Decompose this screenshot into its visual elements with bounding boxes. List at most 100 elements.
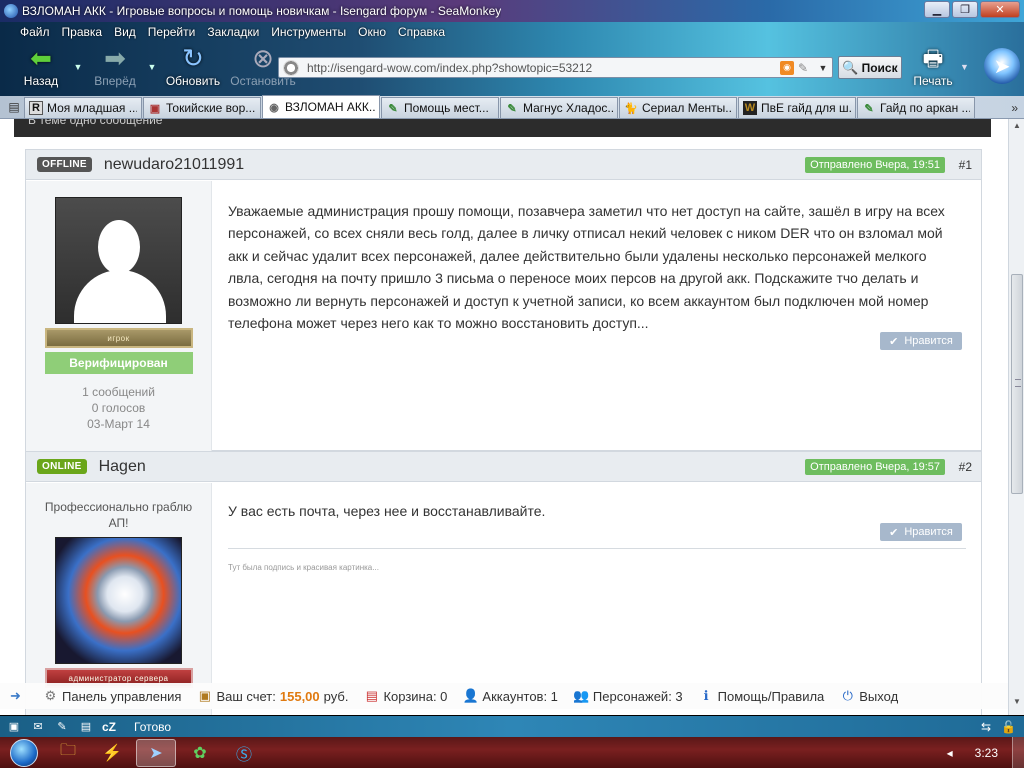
tab-item[interactable]: W ПвЕ гайд для ш... bbox=[738, 97, 856, 118]
back-label: Назад bbox=[23, 74, 59, 88]
tab-favicon-icon: W bbox=[743, 101, 757, 115]
taskbar-seamonkey[interactable]: ➤ bbox=[136, 738, 176, 767]
window-controls: ▁ ❐ ✕ bbox=[924, 1, 1020, 18]
tab-favicon-icon: ✎ bbox=[864, 102, 874, 115]
tray-expand-icon[interactable]: ◂ bbox=[947, 746, 953, 760]
site-favicon-icon bbox=[283, 59, 299, 76]
tab-favicon-icon: ✎ bbox=[388, 102, 398, 115]
taskbar-explorer[interactable]: 🗀 bbox=[48, 739, 88, 767]
start-button[interactable] bbox=[4, 738, 44, 768]
close-button[interactable]: ✕ bbox=[980, 1, 1020, 18]
wallet-icon: ▣ bbox=[198, 688, 212, 703]
back-arrow-icon: ⬅ bbox=[30, 43, 52, 73]
help-link[interactable]: ℹ Помощь/Правила bbox=[699, 688, 825, 704]
scroll-down-arrow-icon[interactable]: ▼ bbox=[1011, 697, 1023, 711]
print-button[interactable]: 🖶 Печать bbox=[908, 44, 958, 88]
control-panel-link[interactable]: ⚙ Панель управления bbox=[43, 688, 182, 704]
online-status-icon[interactable]: ⇆ bbox=[981, 720, 991, 734]
post-author[interactable]: newudaro21011991 bbox=[104, 156, 244, 174]
menu-bookmarks[interactable]: Закладки bbox=[201, 25, 265, 39]
tabs-overflow-icon[interactable]: » bbox=[1011, 101, 1018, 115]
post-number[interactable]: #1 bbox=[959, 158, 972, 172]
url-history-dropdown[interactable]: ▼ bbox=[816, 63, 830, 73]
seamonkey-icon: ➤ bbox=[149, 744, 163, 762]
avatar[interactable] bbox=[55, 197, 182, 324]
help-label: Помощь/Правила bbox=[717, 688, 825, 704]
lock-icon[interactable]: 🔓 bbox=[1001, 720, 1016, 734]
tab-item[interactable]: R Моя младшая ... bbox=[24, 97, 142, 118]
forum-post: OFFLINE newudaro21011991 Отправлено Вчер… bbox=[25, 149, 982, 451]
window-titlebar: ВЗЛОМАН АКК - Игровые вопросы и помощь н… bbox=[0, 0, 1024, 22]
edit-pen-icon[interactable]: ✎ bbox=[798, 61, 812, 75]
url-bar[interactable]: http://isengard-wow.com/index.php?showto… bbox=[278, 57, 833, 78]
composer-icon[interactable]: ✎ bbox=[54, 720, 70, 734]
tab-list-icon[interactable]: ▤ bbox=[4, 97, 24, 117]
tab-item[interactable]: 🐈 Сериал Менты... bbox=[619, 97, 737, 118]
tab-item[interactable]: ✎ Магнус Хладос... bbox=[500, 97, 618, 118]
forward-history-dropdown[interactable]: ▼ bbox=[146, 62, 158, 72]
url-text[interactable]: http://isengard-wow.com/index.php?showto… bbox=[307, 61, 780, 75]
accounts-link[interactable]: 👤 Аккаунтов: 1 bbox=[462, 688, 558, 704]
post-date: Отправлено Вчера, 19:51 bbox=[805, 157, 945, 173]
power-icon: ⏻ bbox=[842, 688, 853, 703]
rss-feed-icon[interactable]: ◉ bbox=[780, 60, 794, 75]
like-button[interactable]: ✔ Нравится bbox=[880, 332, 962, 350]
cart-link[interactable]: ▤ Корзина: 0 bbox=[364, 688, 448, 704]
vertical-scrollbar[interactable]: ▲ ▼ bbox=[1008, 119, 1024, 715]
scrollbar-thumb[interactable] bbox=[1011, 274, 1023, 494]
user-icon: 👤 bbox=[462, 688, 480, 703]
balance-link[interactable]: ▣ Ваш счет: 155,00 руб. bbox=[197, 688, 349, 704]
arrow-right-icon: ➜ bbox=[10, 688, 21, 703]
tab-label: ВЗЛОМАН АКК... bbox=[285, 100, 375, 114]
post-date: Отправлено Вчера, 19:57 bbox=[805, 459, 945, 475]
taskbar-winamp[interactable]: ⚡ bbox=[92, 739, 132, 767]
show-desktop-button[interactable] bbox=[1012, 737, 1024, 768]
info-icon: ℹ bbox=[703, 688, 709, 703]
tab-item[interactable]: ✎ Гайд по аркан ... bbox=[857, 97, 975, 118]
forum-post: ONLINE Hagen Отправлено Вчера, 19:57 #2 … bbox=[25, 451, 982, 715]
maximize-button[interactable]: ❐ bbox=[952, 1, 978, 18]
post-author[interactable]: Hagen bbox=[99, 458, 146, 476]
vote-count: 0 голосов bbox=[91, 401, 146, 415]
tab-item[interactable]: ▣ Токийские вор... bbox=[143, 97, 261, 118]
post-body: Уважаемые администрация прошу помощи, по… bbox=[228, 203, 945, 332]
taskbar-skype[interactable]: Ⓢ bbox=[224, 739, 264, 767]
reload-button[interactable]: ↻ Обновить bbox=[158, 44, 228, 88]
clock[interactable]: 3:23 bbox=[975, 746, 998, 760]
nav-toolbar: ⬅ Назад ▼ ➡ Вперёд ▼ ↻ Обновить ⊗ Остано… bbox=[10, 44, 298, 90]
seamonkey-logo-icon[interactable]: ➤ bbox=[984, 48, 1020, 84]
tab-item-active[interactable]: ◉ ВЗЛОМАН АКК... bbox=[262, 95, 380, 118]
forward-button[interactable]: ➡ Вперёд bbox=[84, 44, 146, 88]
balance-unit: руб. bbox=[323, 688, 349, 704]
characters-label: Персонажей: 3 bbox=[592, 688, 683, 704]
menu-tools[interactable]: Инструменты bbox=[265, 25, 352, 39]
menu-go[interactable]: Перейти bbox=[142, 25, 202, 39]
menu-edit[interactable]: Правка bbox=[56, 25, 109, 39]
menu-window[interactable]: Окно bbox=[352, 25, 392, 39]
tab-item[interactable]: ✎ Помощь мест... bbox=[381, 97, 499, 118]
post-number[interactable]: #2 bbox=[959, 460, 972, 474]
menu-help[interactable]: Справка bbox=[392, 25, 451, 39]
taskbar-icq[interactable]: ✿ bbox=[180, 739, 220, 767]
back-history-dropdown[interactable]: ▼ bbox=[72, 62, 84, 72]
security-icon[interactable]: ▣ bbox=[6, 720, 22, 734]
characters-link[interactable]: 👥 Персонажей: 3 bbox=[573, 688, 683, 704]
icq-icon: ✿ bbox=[193, 744, 207, 762]
back-button[interactable]: ⬅ Назад bbox=[10, 44, 72, 88]
search-button[interactable]: 🔍 Поиск bbox=[838, 56, 902, 79]
like-button[interactable]: ✔ Нравится bbox=[880, 523, 962, 541]
menu-file[interactable]: Файл bbox=[14, 25, 56, 39]
mail-icon[interactable]: ✉ bbox=[30, 720, 46, 734]
tab-strip: ▤ R Моя младшая ... ▣ Токийские вор... ◉ ВЗ… bbox=[0, 95, 1024, 119]
print-dropdown[interactable]: ▼ bbox=[960, 62, 969, 72]
address-book-icon[interactable]: ▤ bbox=[78, 720, 94, 734]
like-label: Нравится bbox=[904, 526, 953, 538]
bar-toggle[interactable]: ➜ bbox=[8, 688, 27, 704]
menu-view[interactable]: Вид bbox=[108, 25, 142, 39]
avatar[interactable] bbox=[55, 537, 182, 664]
system-tray: ◂ 3:23 bbox=[947, 746, 998, 760]
minimize-button[interactable]: ▁ bbox=[924, 1, 950, 18]
cz-label[interactable]: cZ bbox=[102, 720, 116, 734]
logout-link[interactable]: ⏻ Выход bbox=[840, 688, 899, 704]
scroll-up-arrow-icon[interactable]: ▲ bbox=[1011, 121, 1023, 135]
